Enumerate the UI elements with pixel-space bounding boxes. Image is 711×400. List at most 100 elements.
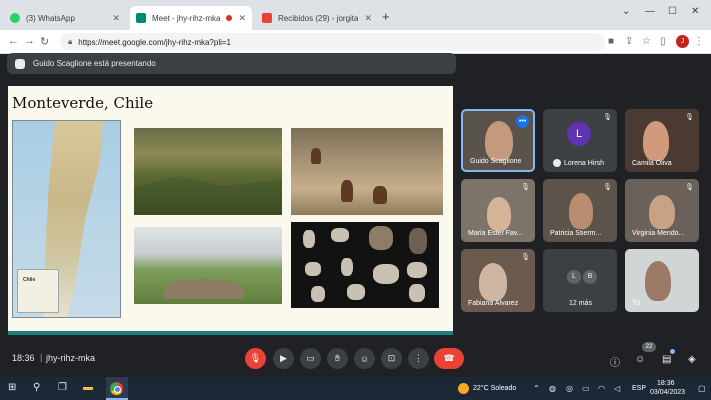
- tab-whatsapp[interactable]: (3) WhatsApp ✕: [4, 6, 126, 30]
- menu-icon[interactable]: ⋮: [694, 36, 704, 47]
- weather-sun-icon[interactable]: [458, 383, 469, 394]
- language-indicator[interactable]: ESP: [632, 385, 646, 392]
- presenter-banner: Guido Scaglione está presentando: [7, 53, 456, 74]
- notifications-icon[interactable]: ▢: [698, 384, 706, 393]
- figure: [373, 186, 387, 204]
- participant-tile[interactable]: 🎙︎ Fabiana Alvarez: [461, 249, 535, 312]
- participant-name-row: Lorena Hirsh: [553, 159, 604, 167]
- participant-name: Camila Oliva: [632, 160, 672, 167]
- mic-off-icon: 🎙︎: [521, 184, 530, 191]
- windows-taskbar: ⊞ ⚲ ❐ ▬ 22°C Soleado ⌃ ◍ ◎ ▭ ◠ ◁ ESP 18:…: [0, 377, 711, 400]
- minimize-icon[interactable]: —: [645, 6, 655, 17]
- participant-tile[interactable]: 🎙︎ Patricia Stierm...: [543, 179, 617, 242]
- bookmark-star-icon[interactable]: ☆: [642, 36, 651, 47]
- meeting-time: 18:36: [12, 353, 35, 363]
- hang-up-icon: ☎︎: [443, 353, 455, 363]
- mic-off-icon: 🎙︎: [521, 254, 530, 261]
- participant-video: [485, 121, 513, 161]
- present-button[interactable]: ⊡: [381, 348, 402, 369]
- close-icon[interactable]: ✕: [112, 13, 120, 24]
- forward-icon[interactable]: →: [24, 35, 35, 47]
- side-panel-icon[interactable]: ▯: [660, 36, 666, 47]
- reload-icon[interactable]: ↻: [40, 35, 49, 48]
- raise-hand-button[interactable]: ✋︎: [327, 348, 348, 369]
- mic-off-icon: 🎙︎: [249, 353, 262, 363]
- participant-name: Guido Scaglione: [470, 158, 522, 165]
- share-icon[interactable]: ⇪: [625, 36, 633, 47]
- tab-label: (3) WhatsApp: [26, 13, 75, 23]
- leave-call-button[interactable]: ☎︎: [434, 348, 464, 369]
- chat-icon[interactable]: ▤: [662, 354, 671, 365]
- more-options-button[interactable]: •••: [516, 115, 529, 128]
- participant-tile[interactable]: 🎙︎ L Lorena Hirsh: [543, 109, 617, 172]
- info-icon[interactable]: ⓘ: [610, 354, 620, 369]
- wifi-icon[interactable]: ◠: [598, 384, 605, 393]
- self-view-tile[interactable]: Tú: [625, 249, 699, 312]
- captions-button[interactable]: ▭: [300, 348, 321, 369]
- participant-video: [569, 193, 593, 229]
- windows-start-icon[interactable]: ⊞: [8, 382, 16, 393]
- url-text: https://meet.google.com/jhy-rihz-mka?pli…: [78, 37, 231, 47]
- participant-tile[interactable]: 🎙︎ Virginia Mendo...: [625, 179, 699, 242]
- address-bar[interactable]: 🔒︎ https://meet.google.com/jhy-rihz-mka?…: [60, 33, 605, 51]
- hand-icon: [553, 159, 561, 167]
- more-participants-label: 12 más: [569, 300, 592, 307]
- more-options-button[interactable]: ⋮: [408, 348, 429, 369]
- file-explorer-icon[interactable]: ▬: [83, 382, 93, 393]
- new-tab-button[interactable]: +: [382, 9, 390, 24]
- chrome-tray-icon[interactable]: ◎: [566, 384, 573, 393]
- whatsapp-icon: [10, 13, 20, 23]
- browser-tab-strip: (3) WhatsApp ✕ Meet - jhy-rihz-mka ✕ Rec…: [0, 0, 711, 30]
- close-window-icon[interactable]: ✕: [691, 6, 699, 17]
- clock-date[interactable]: 03/04/2023: [650, 389, 685, 396]
- clock-time[interactable]: 18:36: [657, 380, 675, 387]
- separator: |: [40, 352, 43, 362]
- close-icon[interactable]: ✕: [238, 13, 246, 24]
- search-icon[interactable]: ⚲: [33, 382, 40, 393]
- camera-icon: ▶︎: [280, 353, 287, 363]
- participant-video: [479, 263, 507, 301]
- network-icon[interactable]: ◍: [549, 384, 556, 393]
- camera-in-use-icon[interactable]: ■: [608, 36, 614, 47]
- avatar: L: [567, 122, 591, 146]
- tab-search-icon[interactable]: ⌄: [622, 6, 630, 17]
- artifact: [303, 230, 315, 248]
- participant-tile[interactable]: 🎙︎ Maria Ester Fav...: [461, 179, 535, 242]
- participant-video: [649, 195, 675, 229]
- people-icon[interactable]: ☺︎: [635, 354, 645, 365]
- lock-icon[interactable]: 🔒︎: [68, 37, 72, 47]
- battery-icon[interactable]: ▭: [582, 384, 590, 393]
- avatar: L: [567, 269, 581, 284]
- participant-name: Virginia Mendo...: [632, 230, 685, 237]
- show-hidden-icons-icon[interactable]: ⌃: [533, 384, 540, 393]
- camera-toggle-button[interactable]: ▶︎: [273, 348, 294, 369]
- photo-hill: [134, 176, 282, 215]
- landscape-photo: [134, 128, 282, 215]
- chrome-icon[interactable]: [110, 382, 123, 395]
- task-view-icon[interactable]: ❐: [58, 382, 67, 393]
- more-participants-tile[interactable]: LB 12 más: [543, 249, 617, 312]
- reactions-button[interactable]: ☺︎: [354, 348, 375, 369]
- shared-slide: Monteverde, Chile Chile: [8, 86, 453, 335]
- meet-icon: [136, 13, 146, 23]
- profile-avatar[interactable]: J: [676, 35, 689, 48]
- mic-toggle-button[interactable]: 🎙︎: [245, 348, 266, 369]
- mic-off-icon: 🎙︎: [685, 114, 694, 121]
- volume-icon[interactable]: ◁: [614, 384, 620, 393]
- stone-tools-photo: [291, 222, 439, 308]
- more-vert-icon: ⋮: [414, 353, 423, 363]
- excavation-site-photo: [134, 227, 282, 304]
- weather-text[interactable]: 22°C Soleado: [473, 385, 516, 392]
- participant-name: Lorena Hirsh: [564, 159, 605, 167]
- close-icon[interactable]: ✕: [364, 13, 372, 24]
- tab-meet[interactable]: Meet - jhy-rihz-mka ✕: [130, 6, 252, 30]
- tab-gmail[interactable]: Recibidos (29) - jorgitawalter@g ✕: [256, 6, 378, 30]
- artifact: [373, 264, 399, 284]
- back-icon[interactable]: ←: [8, 35, 19, 47]
- browser-toolbar: ← → ↻ 🔒︎ https://meet.google.com/jhy-rih…: [0, 30, 711, 54]
- maximize-icon[interactable]: ☐: [668, 6, 677, 17]
- participant-tile[interactable]: ••• Guido Scaglione: [461, 109, 535, 172]
- activities-icon[interactable]: ◈: [688, 354, 696, 365]
- participant-tile[interactable]: 🎙︎ Camila Oliva: [625, 109, 699, 172]
- artifact: [407, 262, 427, 278]
